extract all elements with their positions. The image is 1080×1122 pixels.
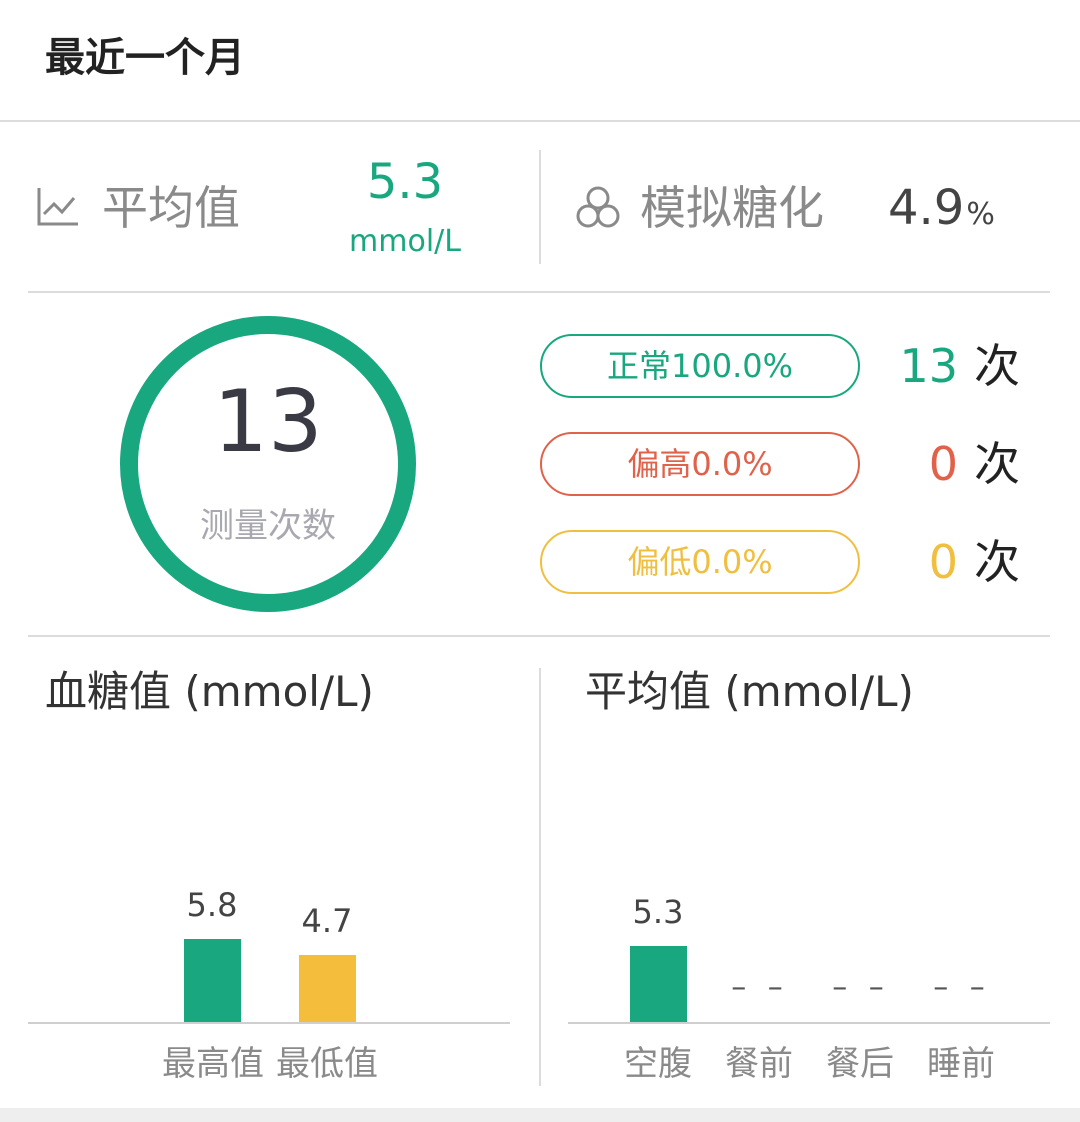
summary-bottom-divider	[28, 291, 1050, 293]
glucose-chart-title: 血糖值 (mmol/L)	[45, 667, 374, 716]
glucose-xlabel-min: 最低值	[276, 1044, 378, 1084]
average-dash-before-meal: – –	[731, 970, 789, 1005]
glucose-bar-min-label: 4.7	[301, 901, 353, 940]
average-chart-baseline	[568, 1022, 1050, 1024]
hba1c-number: 4.9	[888, 180, 965, 236]
average-bar-fasting	[630, 946, 687, 1022]
average-chart-title: 平均值 (mmol/L)	[585, 667, 914, 716]
low-count-number: 0	[928, 535, 958, 589]
glucose-bar-max	[184, 938, 241, 1022]
measure-count: 13	[213, 372, 323, 472]
page-title: 最近一个月	[45, 35, 245, 81]
high-pill: 偏高0.0%	[540, 432, 860, 496]
line-chart-icon	[37, 188, 78, 226]
charts-divider	[539, 668, 541, 1086]
average-label: 平均值	[102, 181, 240, 235]
normal-count-unit: 次	[974, 339, 1020, 393]
high-count-unit: 次	[974, 437, 1020, 491]
normal-count: 13 次	[860, 334, 1020, 398]
high-count-number: 0	[928, 437, 958, 491]
average-unit: mmol/L	[349, 224, 461, 259]
average-dash-bedtime: – –	[933, 970, 991, 1005]
low-count-unit: 次	[974, 535, 1020, 589]
glucose-chart-baseline	[28, 1022, 510, 1024]
glucose-bar-max-label: 5.8	[186, 885, 238, 924]
summary-divider	[539, 150, 541, 264]
glucose-xlabel-max: 最高值	[162, 1044, 264, 1084]
normal-pill: 正常100.0%	[540, 334, 860, 398]
ring-bottom-divider	[28, 635, 1050, 637]
average-xlabel-before-meal: 餐前	[725, 1044, 793, 1084]
hba1c-value: 4.9%	[888, 178, 995, 245]
glucose-bar-min	[299, 954, 356, 1022]
hba1c-unit: %	[966, 197, 995, 232]
normal-count-number: 13	[899, 339, 958, 393]
high-count: 0次	[860, 432, 1020, 496]
hba1c-label: 模拟糖化	[640, 181, 824, 235]
header-divider	[0, 120, 1080, 122]
footer-strip	[0, 1108, 1080, 1122]
average-bar-fasting-label: 5.3	[632, 893, 684, 932]
low-pill: 偏低0.0%	[540, 530, 860, 594]
average-xlabel-bedtime: 睡前	[927, 1044, 995, 1084]
average-value: 5.3	[366, 154, 444, 210]
average-dash-after-meal: – –	[832, 970, 890, 1005]
circles-icon	[576, 186, 620, 228]
measure-label: 测量次数	[200, 506, 336, 546]
average-xlabel-after-meal: 餐后	[826, 1044, 894, 1084]
average-xlabel-fasting: 空腹	[624, 1044, 692, 1084]
low-count: 0次	[860, 530, 1020, 594]
